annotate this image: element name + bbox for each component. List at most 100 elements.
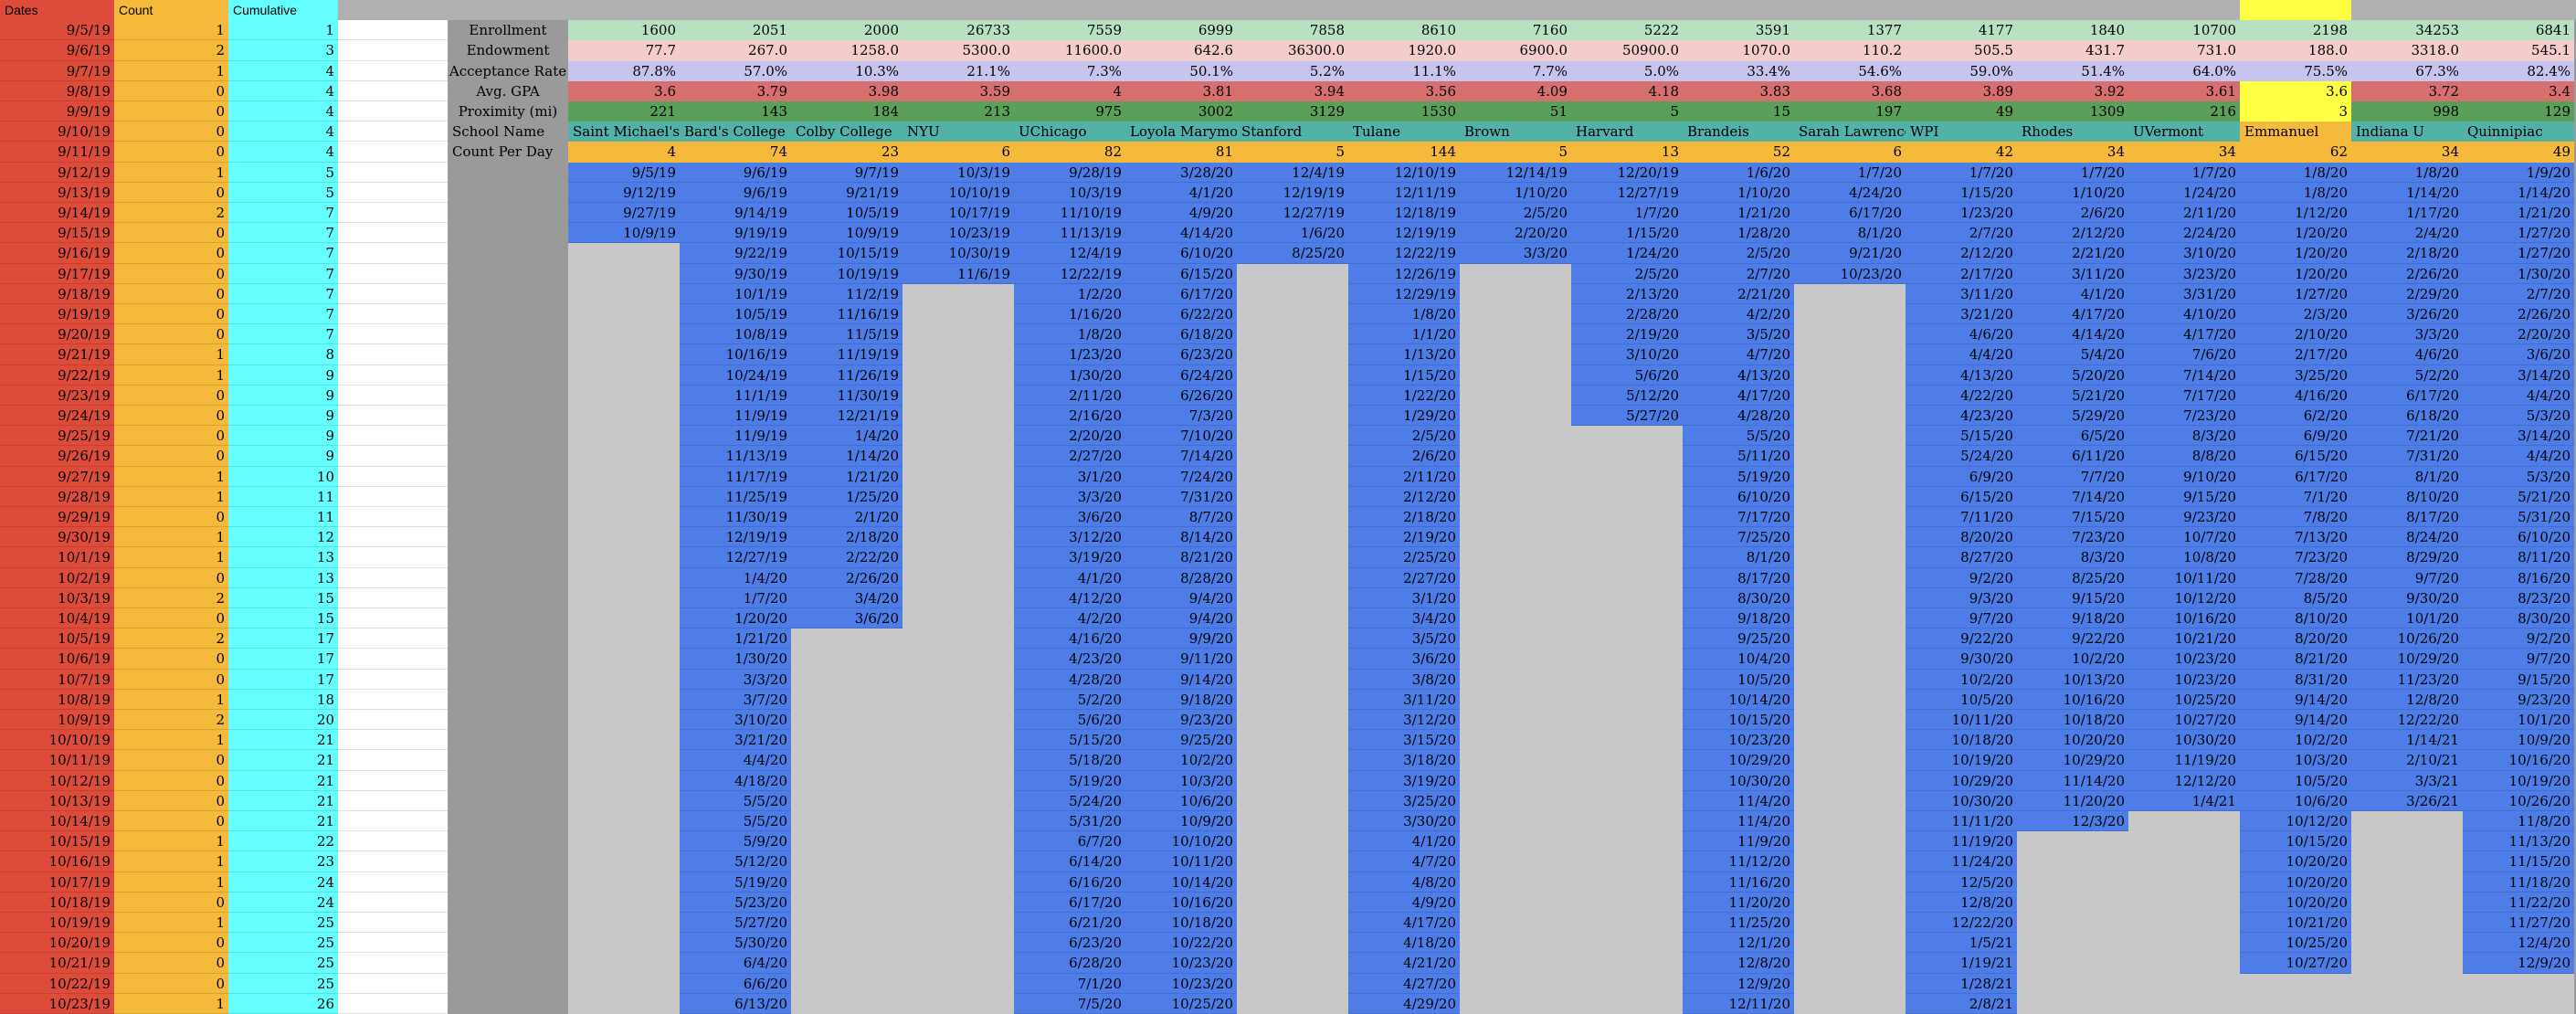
school-date-cell[interactable]: 1/2/20 — [1014, 284, 1125, 304]
school-date-cell[interactable]: 8/21/20 — [2240, 649, 2351, 670]
school-date-cell[interactable]: 10/11/20 — [2128, 568, 2240, 588]
school-name[interactable]: Colby College — [791, 121, 903, 142]
school-proximity[interactable]: 3129 — [1237, 101, 1348, 121]
school-date-cell[interactable]: 10/22/20 — [1125, 933, 1237, 953]
school-date-cell[interactable]: 4/14/20 — [2017, 324, 2128, 344]
school-date-cell[interactable]: 1/4/21 — [2128, 791, 2240, 811]
date-cell[interactable]: 9/21/19 — [0, 344, 114, 365]
empty-cell[interactable] — [338, 406, 448, 426]
school-date-cell[interactable]: 9/15/20 — [2017, 588, 2128, 608]
date-cell[interactable]: 10/21/19 — [0, 953, 114, 974]
school-date-cell[interactable]: 1/7/20 — [1906, 163, 2017, 183]
date-cell[interactable]: 9/24/19 — [0, 406, 114, 426]
school-date-cell[interactable]: 1/28/20 — [1683, 223, 1794, 243]
school-name[interactable]: NYU — [903, 121, 1014, 142]
date-cell[interactable]: 10/5/19 — [0, 628, 114, 649]
school-date-cell[interactable]: 10/14/20 — [1683, 690, 1794, 710]
school-date-cell[interactable]: 2/7/20 — [2463, 284, 2574, 304]
school-date-cell[interactable]: 9/15/20 — [2128, 487, 2240, 507]
school-gpa[interactable]: 3.6 — [2240, 81, 2351, 101]
cumulative-cell[interactable]: 7 — [228, 264, 338, 284]
school-date-cell[interactable]: 5/6/20 — [1571, 365, 1683, 386]
cumulative-cell[interactable]: 11 — [228, 507, 338, 527]
date-cell[interactable]: 9/13/19 — [0, 183, 114, 203]
school-date-cell[interactable]: 10/27/20 — [2128, 710, 2240, 730]
school-date-cell[interactable]: 3/6/20 — [791, 608, 903, 628]
school-date-cell[interactable]: 2/19/20 — [1571, 324, 1683, 344]
empty-cell[interactable] — [1460, 831, 1571, 851]
count-cell[interactable]: 0 — [114, 507, 228, 527]
empty-cell[interactable] — [448, 163, 568, 183]
school-date-cell[interactable]: 4/9/20 — [1348, 893, 1460, 913]
school-enrollment[interactable]: 5222 — [1571, 20, 1683, 40]
empty-cell[interactable] — [1794, 851, 1906, 872]
school-date-cell[interactable]: 3/10/20 — [1571, 344, 1683, 365]
school-date-cell[interactable]: 12/3/20 — [2017, 811, 2128, 831]
school-date-cell[interactable]: 10/9/19 — [791, 223, 903, 243]
school-date-cell[interactable]: 11/25/19 — [680, 487, 791, 507]
school-date-cell[interactable]: 4/8/20 — [1348, 872, 1460, 893]
date-cell[interactable]: 10/4/19 — [0, 608, 114, 628]
empty-cell[interactable] — [338, 183, 448, 203]
school-date-cell[interactable]: 9/23/20 — [2128, 507, 2240, 527]
school-name[interactable]: Sarah Lawrence — [1794, 121, 1906, 142]
school-date-cell[interactable]: 3/10/20 — [680, 710, 791, 730]
school-date-cell[interactable]: 9/21/19 — [791, 183, 903, 203]
school-date-cell[interactable]: 2/29/20 — [2351, 284, 2463, 304]
empty-cell[interactable] — [448, 649, 568, 670]
school-proximity[interactable]: 5 — [1571, 101, 1683, 121]
empty-cell[interactable] — [568, 933, 680, 953]
school-date-cell[interactable]: 5/27/20 — [1571, 406, 1683, 426]
empty-cell[interactable] — [1237, 406, 1348, 426]
school-count[interactable]: 6 — [1794, 142, 1906, 163]
school-date-cell[interactable]: 4/13/20 — [1906, 365, 2017, 386]
empty-cell[interactable] — [2128, 811, 2240, 831]
school-date-cell[interactable]: 1/27/20 — [2463, 243, 2574, 264]
school-date-cell[interactable]: 10/23/20 — [1125, 974, 1237, 994]
school-date-cell[interactable]: 10/7/20 — [2128, 527, 2240, 547]
school-count[interactable]: 5 — [1237, 142, 1348, 163]
cumulative-cell[interactable]: 4 — [228, 101, 338, 121]
school-date-cell[interactable]: 2/7/20 — [1906, 223, 2017, 243]
school-date-cell[interactable]: 2/18/20 — [2351, 243, 2463, 264]
school-date-cell[interactable]: 1/24/20 — [1571, 243, 1683, 264]
school-acceptance[interactable]: 21.1% — [903, 61, 1014, 81]
empty-cell[interactable] — [1794, 446, 1906, 467]
school-date-cell[interactable]: 3/21/20 — [1906, 304, 2017, 324]
school-date-cell[interactable]: 10/20/20 — [2240, 872, 2351, 893]
empty-cell[interactable] — [1571, 933, 1683, 953]
empty-cell[interactable] — [568, 386, 680, 406]
empty-cell[interactable] — [1460, 487, 1571, 507]
school-date-cell[interactable]: 11/20/20 — [2017, 791, 2128, 811]
school-date-cell[interactable]: 8/1/20 — [1794, 223, 1906, 243]
school-acceptance[interactable]: 82.4% — [2463, 61, 2574, 81]
school-date-cell[interactable]: 2/22/20 — [791, 547, 903, 568]
empty-cell[interactable] — [448, 913, 568, 933]
school-date-cell[interactable]: 11/16/19 — [791, 304, 903, 324]
school-date-cell[interactable]: 12/27/19 — [1571, 183, 1683, 203]
school-date-cell[interactable]: 9/7/20 — [2351, 568, 2463, 588]
empty-cell[interactable] — [1460, 386, 1571, 406]
empty-cell[interactable] — [1237, 933, 1348, 953]
school-endowment[interactable]: 36300.0 — [1237, 40, 1348, 61]
school-date-cell[interactable]: 9/6/19 — [680, 183, 791, 203]
empty-cell[interactable] — [568, 527, 680, 547]
school-date-cell[interactable]: 6/23/20 — [1014, 933, 1125, 953]
school-date-cell[interactable]: 9/18/20 — [1683, 608, 1794, 628]
school-date-cell[interactable]: 9/14/20 — [1125, 670, 1237, 690]
school-date-cell[interactable]: 12/18/19 — [1348, 203, 1460, 223]
empty-cell[interactable] — [1237, 264, 1348, 284]
school-date-cell[interactable]: 2/5/20 — [1348, 426, 1460, 446]
school-date-cell[interactable]: 10/16/19 — [680, 344, 791, 365]
school-date-cell[interactable]: 7/13/20 — [2240, 527, 2351, 547]
empty-cell[interactable] — [1237, 710, 1348, 730]
school-date-cell[interactable]: 12/5/20 — [1906, 872, 2017, 893]
school-date-cell[interactable]: 4/1/20 — [1014, 568, 1125, 588]
school-date-cell[interactable]: 4/1/20 — [1125, 183, 1237, 203]
school-date-cell[interactable]: 3/11/20 — [1906, 284, 2017, 304]
school-date-cell[interactable]: 11/19/20 — [1906, 831, 2017, 851]
empty-cell[interactable] — [1794, 670, 1906, 690]
school-date-cell[interactable]: 3/31/20 — [2128, 284, 2240, 304]
empty-cell[interactable] — [1794, 588, 1906, 608]
empty-cell[interactable] — [338, 386, 448, 406]
